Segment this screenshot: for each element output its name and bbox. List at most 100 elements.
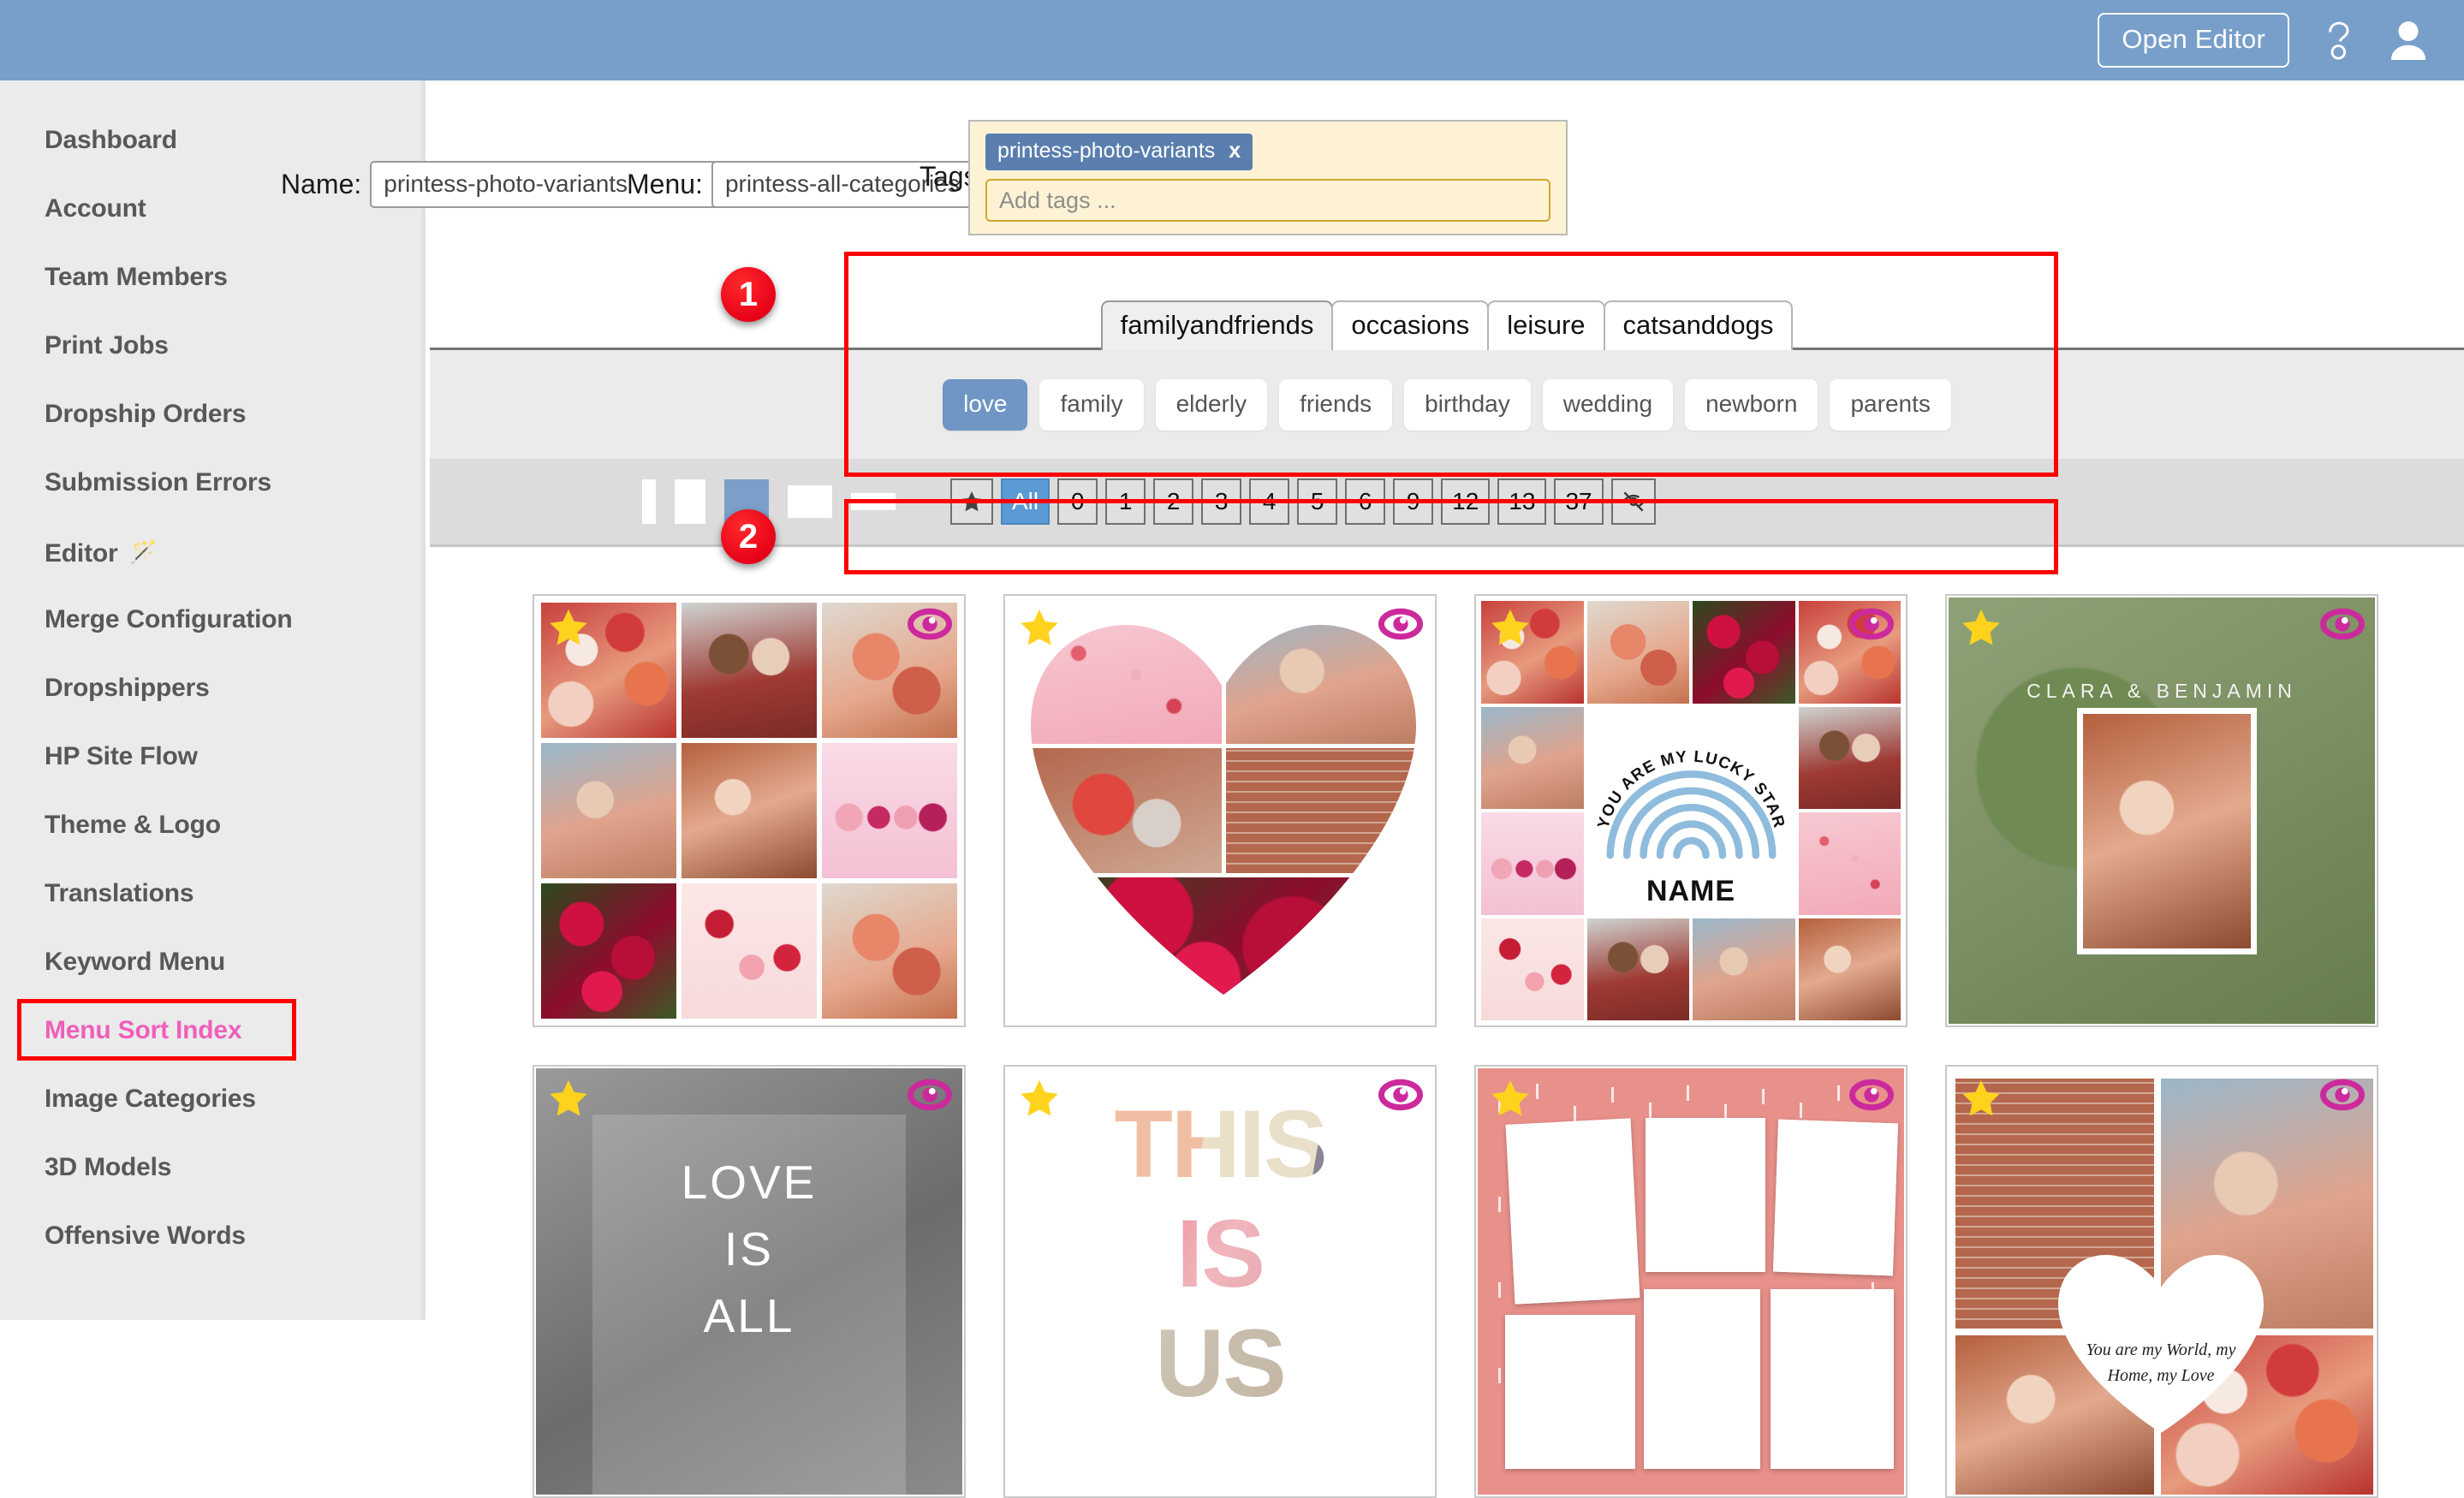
add-tags-input[interactable] [985, 179, 1550, 222]
eye-icon[interactable] [1849, 606, 1894, 646]
keyword-parents[interactable]: parents [1830, 378, 1951, 431]
config-header-strip: Name: printess-photo-variants Menu: prin… [281, 80, 2464, 247]
eye-icon[interactable] [908, 1077, 952, 1117]
filter-button-12[interactable]: 12 [1441, 479, 1491, 525]
thumbnail-love-is-all[interactable]: LOVE IS ALL [533, 1065, 966, 1498]
tab-catsanddogs[interactable]: catsanddogs [1603, 300, 1794, 350]
thumbnail-this-is-us[interactable]: THIS IS US [1003, 1065, 1437, 1498]
sidebar-item-theme-and-logo[interactable]: Theme & Logo [0, 791, 421, 859]
thumbnail-wedding-clara-benjamin[interactable]: CLARA & BENJAMIN [1945, 594, 2378, 1027]
thumbnail-you-are-my-world[interactable]: You are my World, my Home, my Love [1945, 1065, 2378, 1498]
ratio-square-button[interactable] [724, 479, 769, 524]
filter-button-6[interactable]: 6 [1345, 479, 1386, 525]
wedding-title-text: CLARA & BENJAMIN [2027, 680, 2297, 702]
thumbnail-collage-3x3-love[interactable] [533, 594, 966, 1027]
thumbnail-lucky-star-rainbow-collage[interactable]: YOU ARE MY LUCKY STAR NAME [1474, 594, 1908, 1027]
sidebar-item-submission-errors[interactable]: Submission Errors [0, 449, 421, 517]
sidebar-item-editor[interactable]: Editor 🪄 [0, 517, 421, 586]
filter-button-9[interactable]: 9 [1393, 479, 1434, 525]
close-icon[interactable]: x [1229, 139, 1241, 163]
star-icon[interactable] [1488, 606, 1533, 655]
love-is-all-text: LOVE IS ALL [534, 1149, 964, 1349]
thumbnail-heart-collage[interactable] [1003, 594, 1437, 1027]
filter-button-2[interactable]: 2 [1153, 479, 1194, 525]
filter-button-37[interactable]: 37 [1554, 479, 1604, 525]
tab-leisure[interactable]: leisure [1487, 300, 1605, 350]
eye-icon[interactable] [1378, 1077, 1423, 1117]
eye-off-filter-button[interactable] [1610, 479, 1656, 525]
sidebar-item-offensive-words[interactable]: Offensive Words [0, 1202, 421, 1270]
thumbnail-peach-polaroid-collage[interactable] [1474, 1065, 1908, 1498]
this-is-us-background: THIS IS US [1007, 1068, 1433, 1495]
sidebar-nav: Dashboard Account Team Members Print Job… [0, 80, 426, 1320]
eye-icon[interactable] [908, 606, 952, 646]
love-is-all-line1: LOVE [681, 1156, 818, 1209]
this-is-us-line1: THIS [1007, 1089, 1433, 1199]
world-card-background: You are my World, my Home, my Love [1949, 1068, 2375, 1495]
star-icon[interactable] [1017, 1077, 1062, 1126]
eye-icon[interactable] [1378, 606, 1423, 646]
star-icon[interactable] [546, 1077, 591, 1126]
tab-familyandfriends[interactable]: familyandfriends [1100, 300, 1334, 350]
eye-icon[interactable] [2320, 606, 2365, 646]
ratio-portrait-button[interactable] [675, 479, 705, 524]
filter-button-0[interactable]: 0 [1057, 479, 1098, 525]
filter-button-4[interactable]: 4 [1249, 479, 1290, 525]
user-avatar-icon[interactable] [2389, 19, 2428, 62]
keyword-chips-bar: love family elderly friends birthday wed… [430, 350, 2464, 459]
star-icon[interactable] [1959, 606, 2003, 655]
ratio-landscape-button[interactable] [788, 485, 832, 518]
filter-button-3[interactable]: 3 [1201, 479, 1242, 525]
sidebar-item-print-jobs[interactable]: Print Jobs [0, 312, 421, 380]
keyword-newborn[interactable]: newborn [1685, 378, 1818, 431]
collage-cells: YOU ARE MY LUCKY STAR NAME [1481, 601, 1901, 1020]
keyword-elderly[interactable]: elderly [1155, 378, 1268, 431]
eye-icon[interactable] [1849, 1077, 1894, 1117]
filter-button-13[interactable]: 13 [1497, 479, 1547, 525]
keyword-friends[interactable]: friends [1279, 378, 1393, 431]
ratio-landscape-wide-button[interactable] [851, 493, 896, 510]
peach-card-background [1478, 1068, 1904, 1495]
sidebar-item-hp-site-flow[interactable]: HP Site Flow [0, 722, 421, 791]
sidebar-item-team-members[interactable]: Team Members [0, 243, 421, 312]
tag-chip-label: printess-photo-variants [997, 139, 1216, 163]
sidebar-item-merge-configuration[interactable]: Merge Configuration [0, 586, 421, 654]
keyword-birthday[interactable]: birthday [1404, 378, 1531, 431]
sidebar-item-menu-sort-index[interactable]: Menu Sort Index [0, 996, 421, 1065]
sidebar-item-dropshippers[interactable]: Dropshippers [0, 654, 421, 722]
thumbnail-grid: YOU ARE MY LUCKY STAR NAME CLARA & BENJA… [430, 547, 2464, 1498]
top-bar: Open Editor [0, 0, 2464, 80]
filter-button-1[interactable]: 1 [1105, 479, 1146, 525]
star-icon[interactable] [1488, 1077, 1533, 1126]
wedding-photo [2083, 714, 2251, 948]
tab-occasions[interactable]: occasions [1331, 300, 1490, 350]
keyword-wedding[interactable]: wedding [1542, 378, 1674, 431]
rainbow-tile: YOU ARE MY LUCKY STAR NAME [1586, 706, 1795, 915]
open-editor-button[interactable]: Open Editor [2098, 13, 2289, 68]
sidebar-item-dropship-orders[interactable]: Dropship Orders [0, 380, 421, 449]
star-icon[interactable] [1017, 606, 1062, 655]
star-icon[interactable] [1959, 1077, 2003, 1126]
sidebar-item-keyword-menu[interactable]: Keyword Menu [0, 928, 421, 996]
filter-button-5[interactable]: 5 [1297, 479, 1338, 525]
eye-icon[interactable] [2320, 1077, 2365, 1117]
ratio-portrait-narrow-button[interactable] [642, 479, 656, 524]
sort-index-filter-buttons: All 0 1 2 3 4 5 6 9 12 13 37 [950, 479, 1656, 525]
question-mark-icon[interactable] [2320, 18, 2358, 62]
star-filter-button[interactable] [950, 479, 993, 525]
star-icon[interactable] [546, 606, 591, 655]
love-is-all-line3: ALL [703, 1289, 795, 1342]
this-is-us-line3: US [1007, 1308, 1433, 1418]
sidebar-item-image-categories[interactable]: Image Categories [0, 1065, 421, 1133]
keyword-love[interactable]: love [943, 378, 1028, 431]
collage-cells [541, 603, 957, 1019]
menu-label: Menu: [627, 169, 703, 199]
name-label: Name: [281, 169, 362, 199]
keyword-family[interactable]: family [1039, 378, 1144, 431]
sidebar-item-label: Editor [45, 539, 118, 568]
this-is-us-line2: IS [1007, 1198, 1433, 1309]
sidebar-item-3d-models[interactable]: 3D Models [0, 1133, 421, 1202]
filter-button-all[interactable]: All [1001, 479, 1050, 525]
tag-chip[interactable]: printess-photo-variants x [985, 134, 1253, 170]
sidebar-item-translations[interactable]: Translations [0, 859, 421, 928]
